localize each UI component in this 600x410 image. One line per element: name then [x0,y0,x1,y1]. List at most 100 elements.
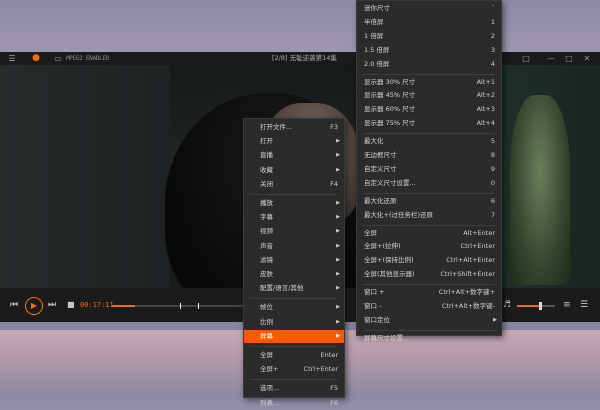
play-icon[interactable]: ▶ [25,297,43,315]
context-menu-item-shortcut: Ctrl+Enter [303,365,338,374]
screen-submenu-item-label: 窗口定位 [364,315,390,324]
potplayer-logo-icon[interactable]: ● [30,52,42,65]
screen-submenu-item-label: 显示器 45% 尺寸 [364,91,416,100]
context-menu-item-label: 字幕 [260,213,273,222]
equalizer-icon[interactable]: ≡ [563,288,571,322]
screen-submenu-item[interactable]: 全屏+(保持比例) Ctrl+Alt+Enter [357,254,501,267]
screen-submenu-item[interactable]: 1 倍屏 2 [357,30,501,43]
seek-marker[interactable] [198,303,199,309]
prev-icon[interactable]: ⏮ [10,288,18,322]
next-icon[interactable]: ⏭ [48,288,56,322]
context-menu-item[interactable]: 皮肤 ▶ [244,268,344,281]
context-menu-item[interactable]: 比例 ▶ [244,316,344,329]
monitor-icon[interactable]: ▭ [52,52,64,65]
screen-submenu-item[interactable]: 显示器 45% 尺寸 Alt+2 [357,89,501,102]
screen-submenu-item[interactable]: 显示器 75% 尺寸 Alt+4 [357,117,501,130]
screen-submenu-item-label: 最大化还原 [364,196,397,205]
screen-submenu-item-shortcut: 6 [490,196,495,205]
submenu-arrow-icon: ▶ [493,316,497,323]
menu-separator [363,73,495,75]
screen-submenu-item-label: 显示器 30% 尺寸 [364,77,416,86]
context-menu-item[interactable]: 屏幕 ▶ [244,329,344,343]
context-menu-item[interactable]: 字幕 ▶ [244,211,344,224]
context-menu-item[interactable]: 全屏 Enter [244,349,344,362]
screen-submenu-item-label: 半倍屏 [364,17,384,26]
screen-submenu-item[interactable]: 窗口定位 ▶ [357,314,501,327]
screen-submenu-item-label: 1.5 倍屏 [364,45,390,54]
codec-label: MPEG2 ENABLED [66,55,110,62]
screen-submenu-item-shortcut: 0 [490,178,495,187]
context-menu-item-label: 帧位 [260,303,273,312]
screen-submenu-item-label: 迷你尺寸 [364,4,390,12]
screen-submenu-item[interactable]: 屏幕尺寸设置... [357,332,501,345]
pin-icon[interactable]: □ [520,52,532,65]
screen-submenu-item[interactable]: 最大化还原 6 [357,195,501,208]
screen-submenu-item[interactable]: 显示器 30% 尺寸 Alt+1 [357,76,501,89]
context-menu-item[interactable]: 播放 ▶ [244,197,344,210]
context-menu-item[interactable]: 收藏 ▶ [244,164,344,177]
screen-submenu-item[interactable]: 窗口 + Ctrl+Alt+数字键+ [357,286,501,299]
screen-submenu-item-label: 窗口 + [364,288,385,297]
context-menu-item[interactable]: 视频 ▶ [244,225,344,238]
seek-marker[interactable] [180,303,181,309]
screen-submenu-item-shortcut: Alt+1 [476,77,495,86]
screen-submenu-item-shortcut: 8 [490,151,495,159]
submenu-arrow-icon: ▶ [336,332,340,339]
submenu-arrow-icon: ▶ [336,214,340,221]
context-menu-item-label: 配置/语言/其他 [260,284,304,293]
screen-submenu-item-label: 1 倍屏 [364,31,384,40]
screen-submenu-item-shortcut: Alt+2 [476,91,495,100]
menu-icon[interactable]: ☰ [6,52,18,65]
context-menu-item[interactable]: 滤镜 ▶ [244,254,344,267]
context-menu-item[interactable]: 选项... F5 [244,382,344,395]
context-menu: 打开文件... F3 打开 ▶ 直播 ▶ 收藏 ▶ 关闭 F4 播放 ▶ 字幕 ▶ 视频 ▶ 声音 ▶ 滤镜 ▶ 皮肤 ▶… [243,118,345,407]
seek-bar-fill [112,305,136,307]
context-menu-item[interactable]: 打开 ▶ [244,135,344,148]
playlist-icon[interactable]: ☰ [580,288,588,322]
screen-submenu-item-shortcut: 5 [490,137,495,146]
volume-icon[interactable]: ♬ [503,288,511,322]
screen-submenu-item[interactable]: 2.0 倍屏 4 [357,58,501,71]
screen-submenu-item[interactable]: 自定义尺寸设置... 0 [357,177,501,190]
context-menu-item[interactable]: 打开文件... F3 [244,121,344,134]
context-menu-item[interactable]: 关闭 F4 [244,178,344,191]
volume-knob[interactable] [538,302,542,310]
screen-submenu-item[interactable]: 全屏+(拉伸) Ctrl+Enter [357,240,501,253]
screen-submenu-item[interactable]: 迷你尺寸 ` [357,2,501,15]
context-menu-item-label: 视频 [260,227,273,236]
screen-submenu-item[interactable]: 窗口 - Ctrl+Alt+数字键- [357,300,501,313]
menu-separator [363,133,495,135]
screen-submenu-item[interactable]: 最大化+(过任务栏)还原 7 [357,209,501,222]
screen-submenu-item-label: 显示器 75% 尺寸 [364,119,416,128]
context-menu-item[interactable]: 声音 ▶ [244,240,344,253]
stop-icon[interactable]: ■ [67,288,75,322]
screen-submenu-item[interactable]: 1.5 倍屏 3 [357,44,501,57]
submenu-arrow-icon: ▶ [336,228,340,235]
screen-submenu-item-label: 自定义尺寸 [364,164,397,173]
screen-submenu-item-shortcut: Alt+Enter [463,228,495,237]
screen-submenu-item-label: 全屏+(拉伸) [364,242,401,251]
screen-submenu-item-shortcut: 7 [490,210,495,219]
context-menu-item-label: 打开 [260,137,273,146]
screen-submenu-item[interactable]: 无边框尺寸 8 [357,149,501,162]
minimize-icon[interactable]: — [545,52,557,65]
screen-submenu-item[interactable]: 半倍屏 1 [357,16,501,29]
screen-submenu-item[interactable]: 显示器 60% 尺寸 Alt+3 [357,103,501,116]
context-menu-item[interactable]: 帧位 ▶ [244,301,344,314]
seek-bar[interactable] [112,303,248,309]
screen-submenu-item-shortcut: 2 [490,31,495,40]
submenu-arrow-icon: ▶ [336,152,340,159]
screen-submenu-item[interactable]: 自定义尺寸 9 [357,163,501,176]
context-menu-item[interactable]: 直播 ▶ [244,149,344,162]
context-menu-item[interactable]: 配置/语言/其他 ▶ [244,282,344,295]
volume-fill [517,305,540,307]
context-menu-item[interactable]: 列表... F6 [244,397,344,410]
screen-submenu-item[interactable]: 全屏(其他显示器) Ctrl+Shift+Enter [357,268,501,281]
context-menu-item-label: 全屏 [260,351,273,359]
volume-slider[interactable] [517,302,555,310]
close-icon[interactable]: ✕ [581,52,593,65]
screen-submenu-item[interactable]: 全屏 Alt+Enter [357,227,501,240]
context-menu-item[interactable]: 全屏+ Ctrl+Enter [244,363,344,376]
screen-submenu-item[interactable]: 最大化 5 [357,135,501,148]
maximize-icon[interactable]: □ [563,52,575,65]
